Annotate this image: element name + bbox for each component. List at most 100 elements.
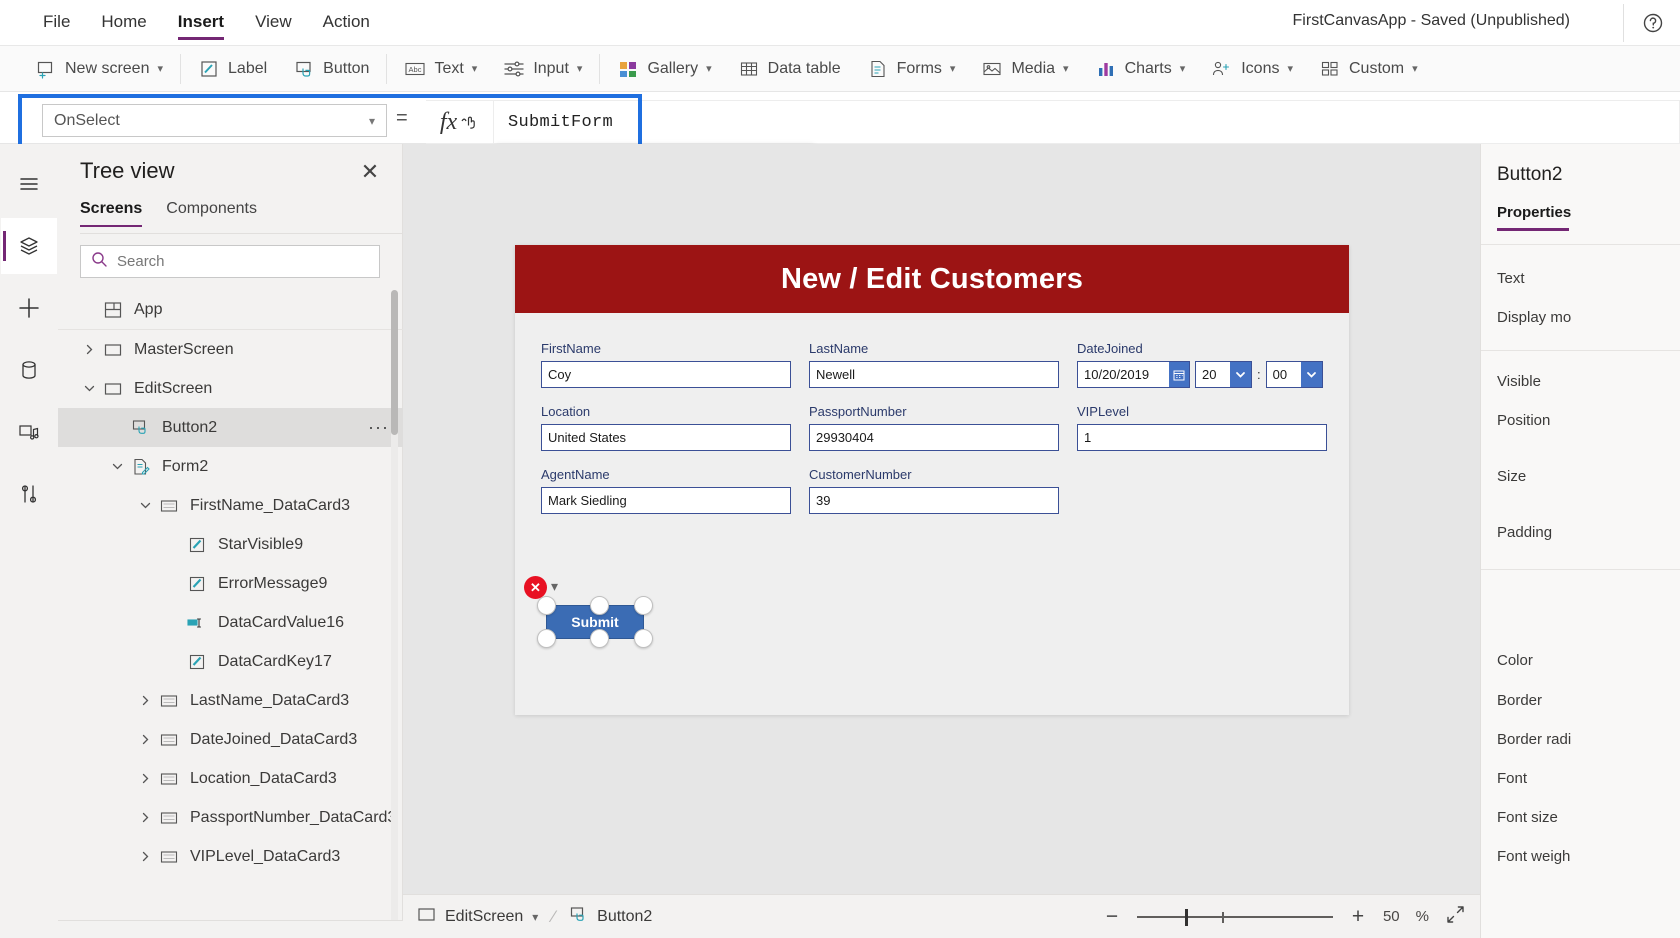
tab-components[interactable]: Components <box>166 200 257 227</box>
tree-node-app[interactable]: App <box>58 290 403 329</box>
chevron-right-icon[interactable] <box>78 344 100 355</box>
field-input[interactable]: Newell <box>809 361 1059 388</box>
property-select[interactable]: OnSelect ▾ <box>42 104 387 137</box>
zoom-in-button[interactable]: + <box>1349 906 1367 927</box>
field-input[interactable]: 1 <box>1077 424 1327 451</box>
field-lastname[interactable]: LastName Newell <box>809 333 1077 396</box>
menu-item-action[interactable]: Action <box>310 2 383 44</box>
search-box[interactable] <box>80 245 380 278</box>
field-location[interactable]: Location United States <box>541 396 809 459</box>
tree-node-more-icon[interactable]: ··· <box>368 417 389 438</box>
resize-handle-top-right[interactable] <box>634 596 653 615</box>
resize-handle-top-center[interactable] <box>590 596 609 615</box>
chevron-right-icon[interactable] <box>134 773 156 784</box>
property-row-text[interactable]: Text <box>1497 270 1525 287</box>
tree-view-layers-icon[interactable] <box>1 218 57 274</box>
chevron-down-icon[interactable]: ▾ <box>532 910 538 924</box>
search-input[interactable] <box>117 253 369 270</box>
zoom-slider-thumb[interactable] <box>1184 908 1188 926</box>
ribbon-data-table-control[interactable]: Data table <box>725 46 854 92</box>
submit-button-selection[interactable]: Submit ✕ ▾ <box>524 576 653 648</box>
tree-node-datejoined-datacard3[interactable]: DateJoined_DataCard3 <box>58 720 403 759</box>
zoom-slider[interactable] <box>1136 907 1333 927</box>
field-input[interactable]: 29930404 <box>809 424 1059 451</box>
ribbon-input-control[interactable]: Input ▾ <box>490 46 595 92</box>
property-row-padding[interactable]: Padding <box>1497 524 1552 541</box>
tree-node-button2[interactable]: Button2 ··· <box>58 408 403 447</box>
breadcrumb-button2[interactable]: Button2 <box>555 895 666 938</box>
app-preview-form[interactable]: New / Edit Customers FirstName Coy LastN… <box>515 245 1349 715</box>
property-row-color[interactable]: Color <box>1497 652 1533 669</box>
ribbon-icons-control[interactable]: Icons ▾ <box>1198 46 1306 92</box>
property-row-font-size[interactable]: Font size <box>1497 809 1558 826</box>
chevron-right-icon[interactable] <box>134 734 156 745</box>
chevron-right-icon[interactable] <box>134 695 156 706</box>
tree-node-viplevel-datacard3[interactable]: VIPLevel_DataCard3 <box>58 837 403 876</box>
ribbon-button-control[interactable]: Button <box>280 46 382 92</box>
property-row-position[interactable]: Position <box>1497 412 1550 429</box>
fx-icon[interactable]: fx <box>426 101 494 143</box>
menu-item-view[interactable]: View <box>242 2 305 44</box>
tree-node-datacardvalue16[interactable]: DataCardValue16 <box>58 603 403 642</box>
tree-node-lastname-datacard3[interactable]: LastName_DataCard3 <box>58 681 403 720</box>
ribbon-charts-control[interactable]: Charts ▾ <box>1082 46 1199 92</box>
help-question-icon[interactable] <box>1636 6 1670 40</box>
calendar-icon[interactable] <box>1169 362 1189 387</box>
tree-node-list[interactable]: App MasterScreen EditScreen Button2 ··· Form2… <box>58 290 403 930</box>
breadcrumb-editscreen[interactable]: EditScreen ▾ <box>403 895 552 938</box>
ribbon-custom-control[interactable]: Custom ▾ <box>1306 46 1431 92</box>
resize-handle-top-left[interactable] <box>537 596 556 615</box>
tree-node-passportnumber-datacard3[interactable]: PassportNumber_DataCard3 <box>58 798 403 837</box>
ribbon-label-control[interactable]: Label <box>185 46 280 92</box>
property-row-border[interactable]: Border <box>1497 692 1542 709</box>
field-passportnumber[interactable]: PassportNumber 29930404 <box>809 396 1077 459</box>
resize-handle-bottom-right[interactable] <box>634 629 653 648</box>
date-picker[interactable]: 10/20/2019 <box>1077 361 1190 388</box>
chevron-down-icon[interactable]: ▾ <box>551 578 558 595</box>
tab-properties[interactable]: Properties <box>1497 204 1571 221</box>
field-datejoined[interactable]: DateJoined 10/20/2019 20: 00 <box>1077 333 1345 396</box>
chevron-down-icon[interactable] <box>1300 362 1322 387</box>
property-row-display-mode[interactable]: Display mo <box>1497 309 1571 326</box>
field-customernumber[interactable]: CustomerNumber 39 <box>809 459 1077 522</box>
tree-scrollbar-thumb[interactable] <box>391 290 398 435</box>
minute-dropdown[interactable]: 00 <box>1265 361 1323 388</box>
ribbon-forms-control[interactable]: Forms ▾ <box>854 46 969 92</box>
tree-node-firstname-datacard3[interactable]: FirstName_DataCard3 <box>58 486 403 525</box>
property-row-font[interactable]: Font <box>1497 770 1527 787</box>
zoom-out-button[interactable]: − <box>1103 906 1121 927</box>
field-agentname[interactable]: AgentName Mark Siedling <box>541 459 809 522</box>
property-row-visible[interactable]: Visible <box>1497 373 1541 390</box>
field-input[interactable]: United States <box>541 424 791 451</box>
media-icon[interactable] <box>1 404 57 460</box>
resize-handle-bottom-left[interactable] <box>537 629 556 648</box>
chevron-down-icon[interactable] <box>134 500 156 511</box>
close-icon[interactable]: ✕ <box>356 158 384 186</box>
formula-input-box[interactable]: fx SubmitForm <box>426 100 1680 144</box>
tree-node-masterscreen[interactable]: MasterScreen <box>58 330 403 369</box>
property-row-font-weight[interactable]: Font weigh <box>1497 848 1570 865</box>
data-cylinder-icon[interactable] <box>1 342 57 398</box>
tree-node-errormessage9[interactable]: ErrorMessage9 <box>58 564 403 603</box>
hamburger-menu-icon[interactable] <box>1 156 57 212</box>
ribbon-new-screen[interactable]: New screen ▾ <box>22 46 176 92</box>
advanced-tools-icon[interactable] <box>1 466 57 522</box>
field-firstname[interactable]: FirstName Coy <box>541 333 809 396</box>
chevron-right-icon[interactable] <box>134 851 156 862</box>
ribbon-text-control[interactable]: Abc Text ▾ <box>391 46 490 92</box>
chevron-down-icon[interactable] <box>1230 362 1251 387</box>
field-input[interactable]: 39 <box>809 487 1059 514</box>
property-row-size[interactable]: Size <box>1497 468 1526 485</box>
menu-item-home[interactable]: Home <box>88 2 159 44</box>
ribbon-gallery-control[interactable]: Gallery ▾ <box>604 46 724 92</box>
property-row-border-radius[interactable]: Border radi <box>1497 731 1571 748</box>
canvas-area[interactable]: New / Edit Customers FirstName Coy LastN… <box>403 144 1480 938</box>
chevron-down-icon[interactable] <box>78 383 100 394</box>
chevron-right-icon[interactable] <box>134 812 156 823</box>
tree-node-starvisible9[interactable]: StarVisible9 <box>58 525 403 564</box>
hour-dropdown[interactable]: 20 <box>1195 361 1252 388</box>
insert-plus-icon[interactable] <box>1 280 57 336</box>
tree-node-datacardkey17[interactable]: DataCardKey17 <box>58 642 403 681</box>
chevron-down-icon[interactable] <box>106 461 128 472</box>
ribbon-media-control[interactable]: Media ▾ <box>968 46 1081 92</box>
